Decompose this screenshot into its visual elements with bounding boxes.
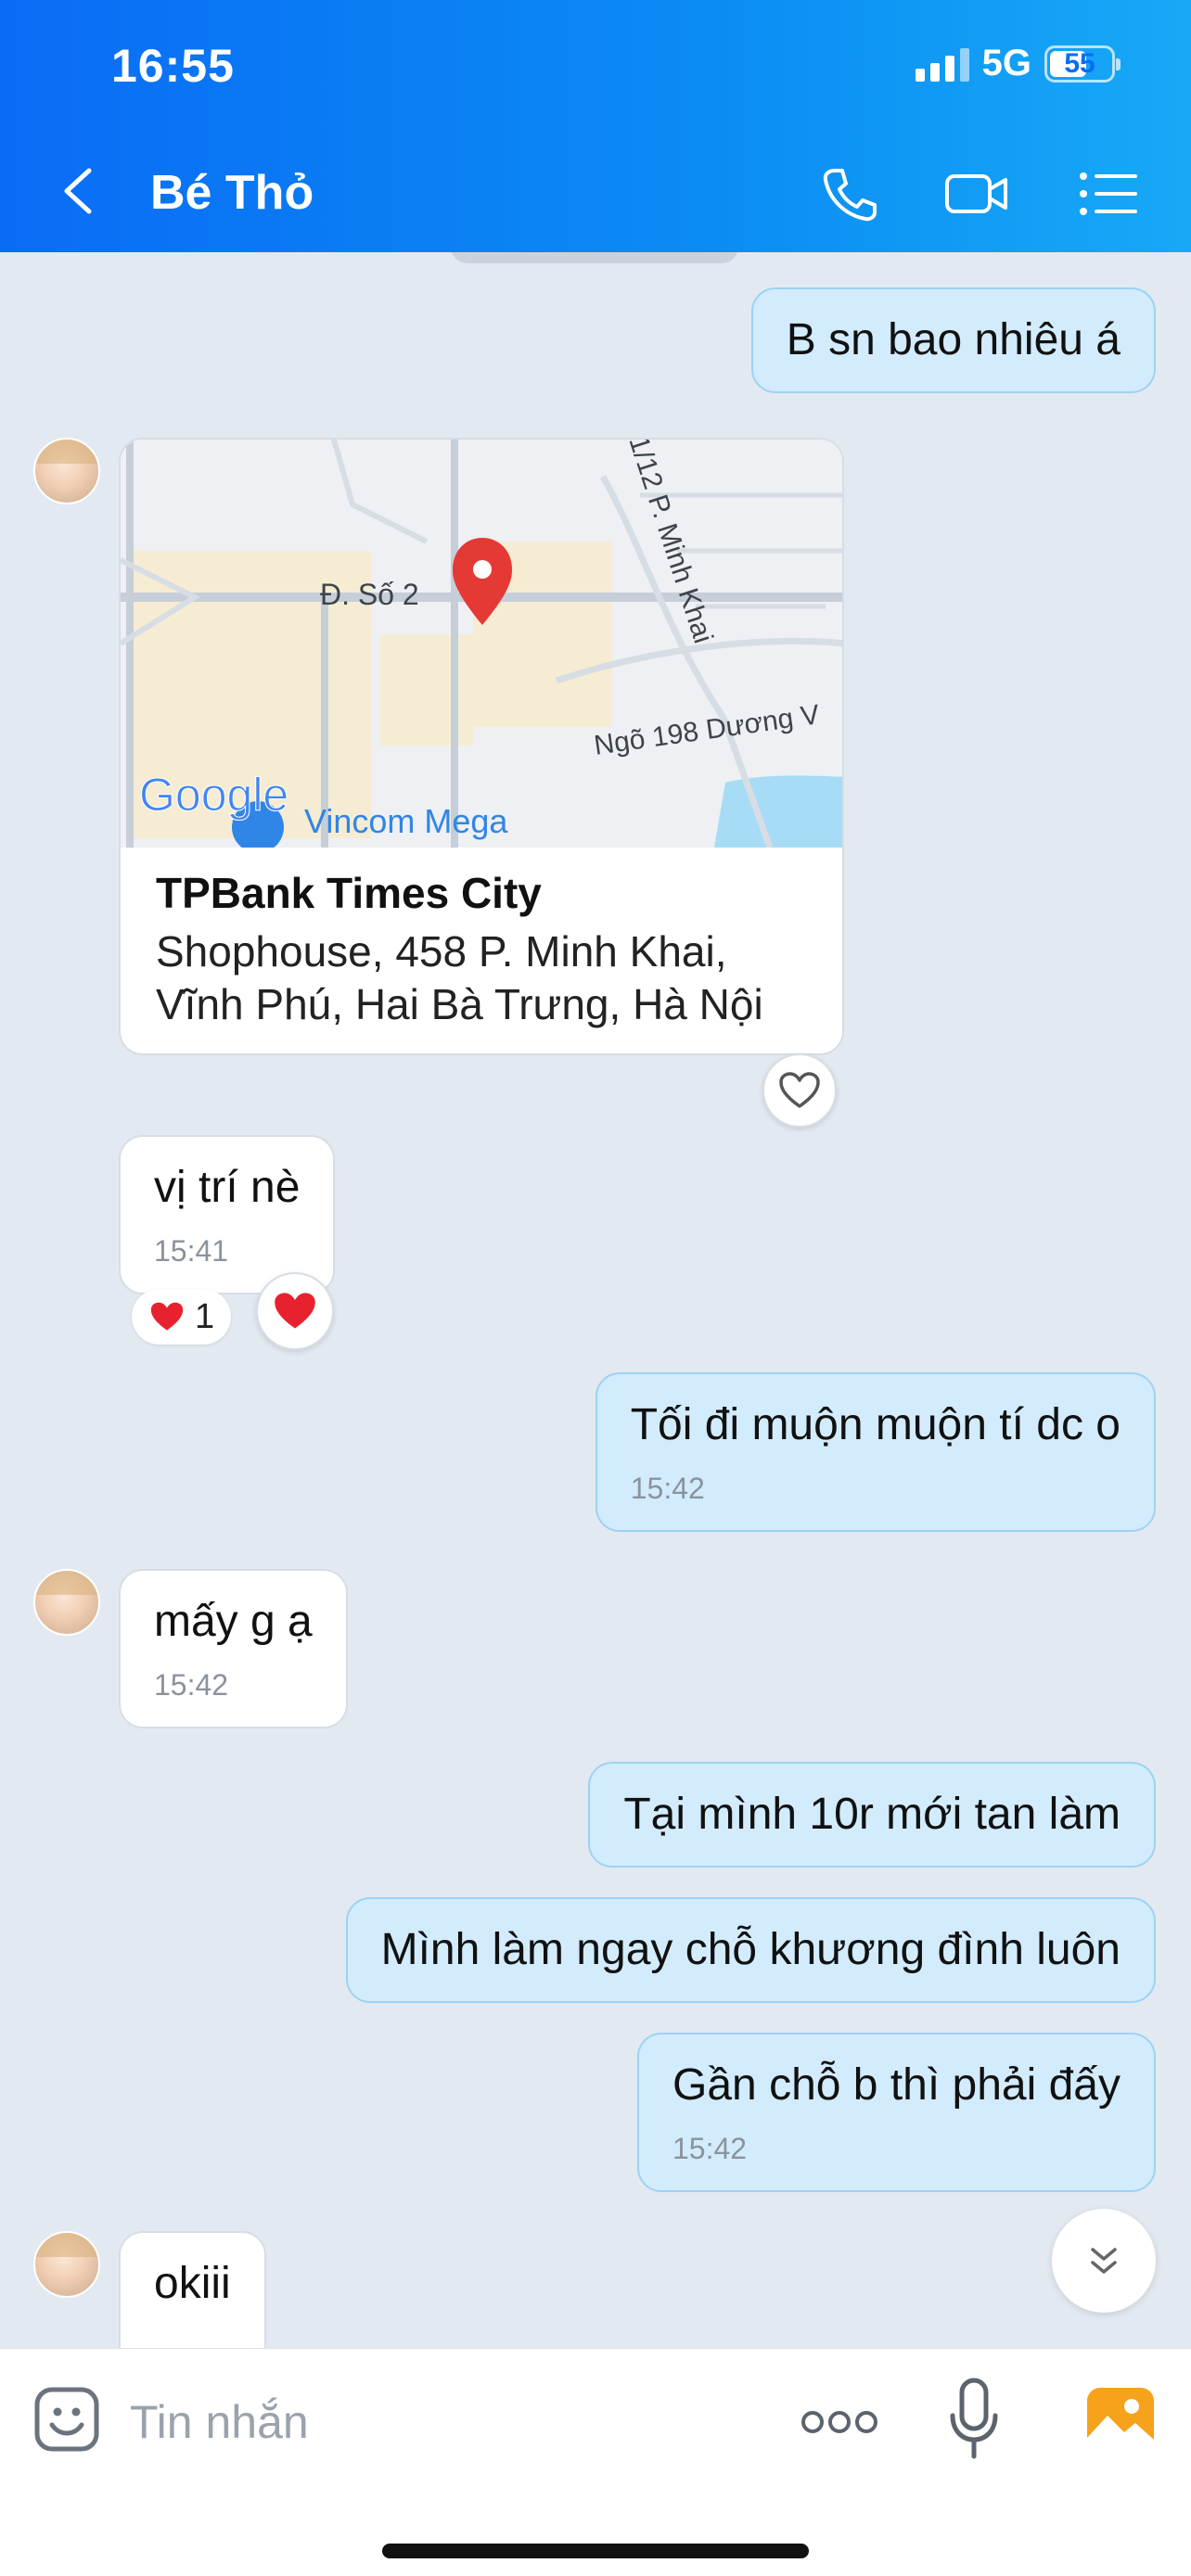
previous-message-edge — [451, 252, 738, 263]
message-input[interactable] — [130, 2391, 724, 2453]
message-list[interactable]: B sn bao nhiêu á Đ. Số 2 1/12 P. Minh Kh… — [0, 252, 1191, 2348]
more-options-icon[interactable] — [800, 2397, 879, 2447]
scroll-to-bottom-button[interactable] — [1052, 2209, 1156, 2313]
message-text: okiii — [154, 2259, 231, 2308]
contact-avatar[interactable] — [33, 438, 100, 504]
video-call-icon[interactable] — [944, 163, 1009, 224]
microphone-icon[interactable] — [948, 2377, 1000, 2462]
message-bubble-outgoing[interactable]: Tối đi muộn muộn tí dc o 15:42 — [595, 1372, 1156, 1532]
map-label-road: Đ. Số 2 — [320, 578, 419, 611]
reaction-count: 1 — [195, 1296, 215, 1336]
network-type: 5G — [981, 43, 1031, 83]
location-name: TPBank Times City — [156, 869, 542, 917]
message-bubble-outgoing[interactable]: Tại mình 10r mới tan làm — [588, 1762, 1156, 1868]
message-bubble-incoming[interactable]: vị trí nè 15:41 — [119, 1135, 336, 1294]
message-text: Mình làm ngay chỗ khương đình luôn — [380, 1925, 1121, 1974]
message-text: B sn bao nhiêu á — [786, 315, 1121, 364]
message-bubble-incoming[interactable]: okiii — [119, 2231, 266, 2348]
contact-avatar[interactable] — [33, 2231, 100, 2298]
location-info: TPBank Times City Shophouse, 458 P. Minh… — [156, 868, 814, 1031]
photo-gallery-icon[interactable] — [1085, 2384, 1156, 2455]
heart-outline-icon — [779, 1072, 820, 1108]
google-logo: Google — [139, 769, 288, 821]
message-text: Tại mình 10r mới tan làm — [623, 1790, 1121, 1839]
reaction-button[interactable] — [256, 1272, 334, 1350]
chat-header: 16:55 5G 55 Bé Thỏ — [0, 0, 1191, 252]
contact-avatar[interactable] — [33, 1569, 100, 1636]
reaction-summary[interactable]: 1 — [132, 1289, 232, 1345]
message-text: mấy g ạ — [154, 1597, 313, 1646]
status-time: 16:55 — [111, 40, 235, 92]
map-preview[interactable]: Đ. Số 2 1/12 P. Minh Khai Ngõ 198 Dương … — [121, 440, 844, 848]
message-time: 15:42 — [154, 1667, 229, 1702]
status-indicators: 5G 55 — [915, 43, 1121, 84]
home-indicator — [382, 2544, 809, 2558]
composer-bar — [0, 2348, 1191, 2576]
signal-icon — [915, 46, 969, 82]
message-bubble-outgoing[interactable]: Gần chỗ b thì phải đấy 15:42 — [637, 2033, 1156, 2192]
contact-name[interactable]: Bé Thỏ — [150, 165, 314, 221]
sticker-emoji-icon[interactable] — [33, 2386, 100, 2453]
battery-icon: 55 — [1044, 45, 1121, 83]
phone-call-icon[interactable] — [816, 163, 881, 224]
message-bubble-incoming[interactable]: mấy g ạ 15:42 — [119, 1569, 348, 1728]
like-heart-button[interactable] — [762, 1053, 837, 1128]
message-bubble-outgoing[interactable]: B sn bao nhiêu á — [750, 287, 1156, 393]
message-text: vị trí nè — [154, 1163, 301, 1212]
heart-filled-icon — [150, 1302, 184, 1331]
message-time: 15:42 — [630, 1471, 705, 1505]
menu-list-icon[interactable] — [1076, 163, 1141, 224]
heart-filled-icon — [275, 1293, 315, 1329]
back-icon[interactable] — [58, 165, 100, 217]
message-text: Gần chỗ b thì phải đấy — [672, 2060, 1121, 2110]
message-time: 15:42 — [672, 2131, 748, 2165]
location-address: Shophouse, 458 P. Minh Khai, Vĩnh Phú, H… — [156, 927, 763, 1029]
map-label-poi: Vincom Mega — [304, 802, 508, 840]
battery-level: 55 — [1064, 47, 1095, 79]
location-card[interactable]: Đ. Số 2 1/12 P. Minh Khai Ngõ 198 Dương … — [119, 438, 844, 1055]
message-text: Tối đi muộn muộn tí dc o — [630, 1400, 1121, 1449]
message-bubble-outgoing[interactable]: Mình làm ngay chỗ khương đình luôn — [345, 1897, 1156, 2003]
chevron-double-down-icon — [1091, 2248, 1117, 2274]
message-time: 15:41 — [154, 1233, 229, 1268]
